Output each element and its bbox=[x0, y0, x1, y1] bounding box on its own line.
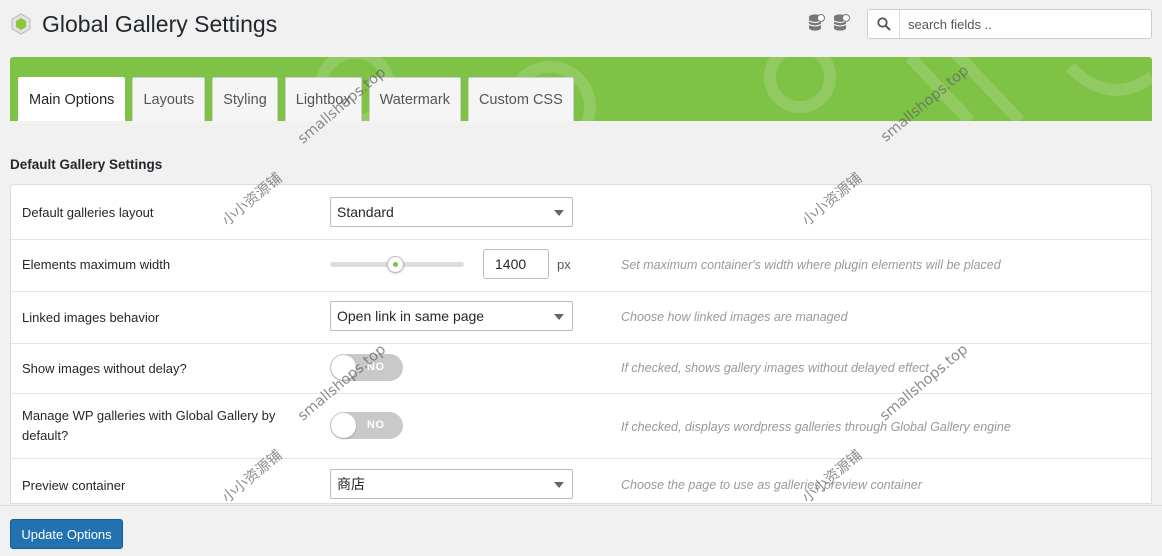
tab-layouts[interactable]: Layouts bbox=[132, 77, 206, 121]
max-width-slider[interactable] bbox=[330, 256, 464, 273]
row-preview-container: Preview container 商店 Choose the page to … bbox=[11, 459, 1151, 503]
search-box bbox=[867, 9, 1152, 39]
slider-handle[interactable] bbox=[387, 256, 405, 273]
tab-main-options[interactable]: Main Options bbox=[18, 77, 126, 121]
toggle-state: NO bbox=[367, 419, 385, 431]
help-text: If checked, shows gallery images without… bbox=[621, 361, 929, 375]
unit-label: px bbox=[557, 257, 571, 272]
tab-list: Main Options Layouts Styling Lightbox Wa… bbox=[18, 77, 574, 121]
manage-wp-galleries-toggle[interactable]: NO bbox=[330, 412, 403, 439]
tab-styling[interactable]: Styling bbox=[212, 77, 278, 121]
page-header: Global Gallery Settings bbox=[10, 8, 277, 40]
row-elements-max-width: Elements maximum width 1400 px Set maxim… bbox=[11, 240, 1151, 292]
row-label: Elements maximum width bbox=[22, 257, 171, 272]
toggle-state: NO bbox=[367, 361, 385, 373]
settings-tabbar: Main Options Layouts Styling Lightbox Wa… bbox=[10, 57, 1152, 121]
search-input[interactable] bbox=[900, 11, 1140, 37]
footer-bar bbox=[0, 505, 1162, 556]
max-width-input[interactable]: 1400 bbox=[483, 249, 549, 279]
toggle-knob bbox=[331, 413, 356, 438]
help-text: Set maximum container's width where plug… bbox=[621, 258, 1001, 272]
search-icon bbox=[868, 10, 900, 38]
global-gallery-logo-icon bbox=[10, 13, 32, 35]
import-export-icons bbox=[808, 13, 850, 32]
toggle-knob bbox=[331, 355, 356, 380]
tab-lightbox[interactable]: Lightbox bbox=[284, 77, 362, 121]
help-text: If checked, displays wordpress galleries… bbox=[621, 420, 1011, 434]
dropdown-caret-icon bbox=[554, 482, 564, 488]
update-options-button[interactable]: Update Options bbox=[10, 519, 123, 549]
section-title: Default Gallery Settings bbox=[10, 157, 163, 172]
dropdown-caret-icon bbox=[554, 314, 564, 320]
row-label: Preview container bbox=[22, 478, 126, 493]
database-export-icon[interactable] bbox=[808, 13, 825, 32]
linked-images-select[interactable]: Open link in same page bbox=[330, 301, 573, 331]
preview-container-select[interactable]: 商店 bbox=[330, 469, 573, 499]
select-value: 商店 bbox=[337, 476, 365, 492]
row-default-galleries-layout: Default galleries layout Standard bbox=[11, 185, 1151, 240]
select-value: Open link in same page bbox=[337, 308, 485, 324]
row-label: Linked images behavior bbox=[22, 310, 160, 325]
dropdown-caret-icon bbox=[554, 210, 564, 216]
row-manage-wp-galleries: Manage WP galleries with Global Gallery … bbox=[11, 394, 1151, 459]
tab-custom-css[interactable]: Custom CSS bbox=[467, 77, 574, 121]
row-label: Manage WP galleries with Global Gallery … bbox=[22, 408, 276, 443]
row-label: Show images without delay? bbox=[22, 361, 187, 376]
page-title: Global Gallery Settings bbox=[42, 10, 278, 37]
options-table: Default galleries layout Standard Elemen… bbox=[10, 184, 1152, 504]
tab-watermark[interactable]: Watermark bbox=[368, 77, 461, 121]
select-value: Standard bbox=[337, 204, 394, 220]
help-text: Choose the page to use as galleries prev… bbox=[621, 478, 922, 492]
row-linked-images-behavior: Linked images behavior Open link in same… bbox=[11, 292, 1151, 344]
help-text: Choose how linked images are managed bbox=[621, 310, 848, 324]
row-label: Default galleries layout bbox=[22, 205, 154, 220]
show-without-delay-toggle[interactable]: NO bbox=[330, 354, 403, 381]
database-import-icon[interactable] bbox=[833, 13, 850, 32]
default-layout-select[interactable]: Standard bbox=[330, 197, 573, 227]
row-show-without-delay: Show images without delay? NO If checked… bbox=[11, 344, 1151, 394]
